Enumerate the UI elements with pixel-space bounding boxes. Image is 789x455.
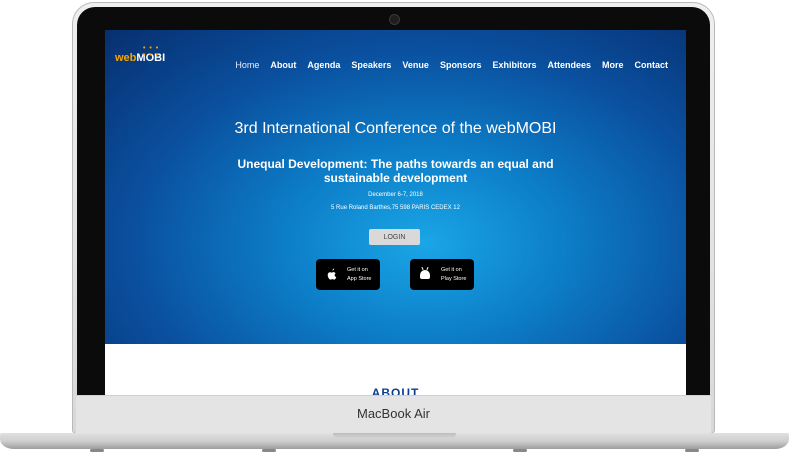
- nav-attendees[interactable]: Attendees: [547, 60, 591, 70]
- app-store-button[interactable]: Get it on App Store: [316, 259, 380, 290]
- hero-title: 3rd International Conference of the webM…: [234, 120, 557, 137]
- laptop-foot-mid-right: [513, 449, 527, 452]
- app-store-text: Get it on App Store: [347, 266, 371, 284]
- hero-subtitle: Unequal Development: The paths towards a…: [237, 157, 554, 185]
- login-button[interactable]: LOGIN: [369, 229, 420, 245]
- laptop-foot-right: [685, 449, 699, 452]
- apple-icon: [319, 268, 343, 281]
- laptop-foot-left: [90, 449, 104, 452]
- laptop-notch: [333, 433, 456, 439]
- play-store-line2: Play Store: [441, 275, 467, 282]
- logo-web-text: web: [115, 52, 137, 64]
- play-store-button[interactable]: Get it on Play Store: [410, 259, 474, 290]
- nav-home[interactable]: Home: [235, 60, 259, 70]
- android-icon: [413, 270, 437, 279]
- event-address: 5 Rue Roland Barthes,75 598 PARIS CEDEX …: [331, 205, 460, 211]
- camera-icon: [389, 14, 400, 25]
- nav-speakers[interactable]: Speakers: [351, 60, 391, 70]
- nav-sponsors[interactable]: Sponsors: [440, 60, 482, 70]
- bottom-bezel: MacBook Air: [76, 395, 711, 434]
- logo-dots: • • • • • •: [143, 45, 160, 59]
- nav-more[interactable]: More: [602, 60, 624, 70]
- nav-contact[interactable]: Contact: [635, 60, 669, 70]
- app-store-line1: Get it on: [347, 266, 368, 273]
- nav-about[interactable]: About: [270, 60, 296, 70]
- event-date: December 6-7, 2018: [368, 192, 423, 198]
- nav-venue[interactable]: Venue: [402, 60, 429, 70]
- play-store-text: Get it on Play Store: [441, 266, 466, 284]
- device-model-label: MacBook Air: [357, 406, 430, 421]
- browser-screen: • • • • • • webMOBI Home About Agenda Sp…: [105, 30, 686, 395]
- nav-exhibitors[interactable]: Exhibitors: [492, 60, 536, 70]
- nav-agenda[interactable]: Agenda: [307, 60, 340, 70]
- site-logo[interactable]: • • • • • • webMOBI: [115, 45, 165, 64]
- about-section-heading: ABOUT: [371, 386, 420, 395]
- app-store-line2: App Store: [347, 275, 372, 282]
- main-nav: Home About Agenda Speakers Venue Sponsor…: [235, 60, 668, 70]
- laptop-foot-mid-left: [262, 449, 276, 452]
- play-store-line1: Get it on: [441, 266, 462, 273]
- hero-banner: • • • • • • webMOBI Home About Agenda Sp…: [105, 30, 686, 344]
